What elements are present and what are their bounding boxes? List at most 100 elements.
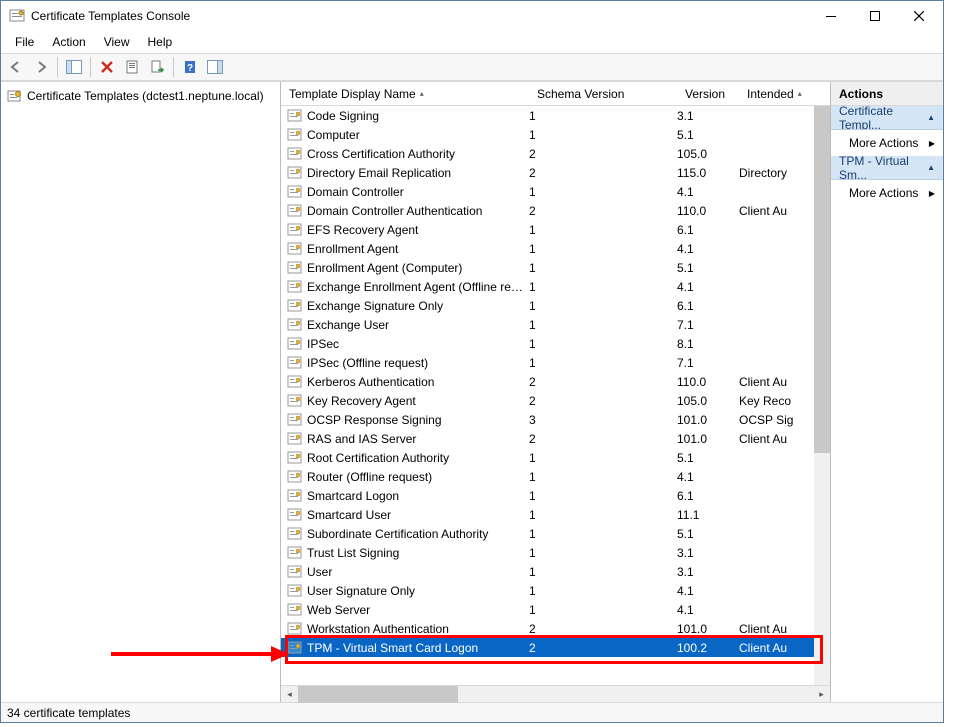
table-row[interactable]: Subordinate Certification Authority15.1 [281, 524, 830, 543]
column-headers: Template Display Name▴ Schema Version Ve… [281, 82, 830, 106]
table-row[interactable]: IPSec18.1 [281, 334, 830, 353]
table-row[interactable]: Enrollment Agent14.1 [281, 239, 830, 258]
table-row[interactable]: User13.1 [281, 562, 830, 581]
menu-action[interactable]: Action [44, 33, 93, 51]
cell-name: Web Server [307, 603, 529, 617]
col-intended[interactable]: Intended ▴ [739, 87, 814, 101]
table-row[interactable]: EFS Recovery Agent16.1 [281, 220, 830, 239]
menu-help[interactable]: Help [140, 33, 181, 51]
cell-schema: 1 [529, 451, 677, 465]
actions-section-label: Certificate Templ... [839, 106, 927, 130]
scroll-thumb[interactable] [298, 686, 458, 703]
cert-template-icon [287, 223, 303, 237]
actions-header: Actions [831, 82, 943, 106]
table-row[interactable]: Trust List Signing13.1 [281, 543, 830, 562]
col-schema-version[interactable]: Schema Version [529, 87, 677, 101]
vertical-scrollbar[interactable] [814, 106, 830, 685]
table-row[interactable]: Kerberos Authentication2110.0Client Au [281, 372, 830, 391]
more-actions-label: More Actions [849, 186, 918, 200]
table-row[interactable]: IPSec (Offline request)17.1 [281, 353, 830, 372]
cell-name: Cross Certification Authority [307, 147, 529, 161]
menu-view[interactable]: View [96, 33, 138, 51]
collapse-icon: ▲ [927, 163, 935, 172]
cell-version: 4.1 [677, 280, 739, 294]
properties-button[interactable] [121, 56, 143, 78]
cell-schema: 2 [529, 375, 677, 389]
table-row[interactable]: Smartcard Logon16.1 [281, 486, 830, 505]
table-row[interactable]: Key Recovery Agent2105.0Key Reco [281, 391, 830, 410]
table-row[interactable]: Root Certification Authority15.1 [281, 448, 830, 467]
close-button[interactable] [897, 2, 941, 30]
nav-forward-button[interactable] [30, 56, 52, 78]
template-list[interactable]: Code Signing13.1Computer15.1Cross Certif… [281, 106, 830, 685]
maximize-button[interactable] [853, 2, 897, 30]
cell-name: EFS Recovery Agent [307, 223, 529, 237]
scroll-thumb[interactable] [814, 106, 830, 453]
table-row[interactable]: User Signature Only14.1 [281, 581, 830, 600]
cert-template-icon [287, 508, 303, 522]
cert-template-icon [287, 128, 303, 142]
table-row[interactable]: Exchange Enrollment Agent (Offline requ.… [281, 277, 830, 296]
minimize-button[interactable] [809, 2, 853, 30]
horizontal-scrollbar[interactable]: ◂ ▸ [281, 685, 830, 702]
tree-pane[interactable]: Certificate Templates (dctest1.neptune.l… [1, 82, 281, 702]
cert-template-icon [287, 356, 303, 370]
cell-name: Root Certification Authority [307, 451, 529, 465]
table-row[interactable]: Code Signing13.1 [281, 106, 830, 125]
toolbar: ? [1, 53, 943, 81]
actions-section-templates[interactable]: Certificate Templ...▲ [831, 106, 943, 130]
cell-name: Exchange Enrollment Agent (Offline requ.… [307, 280, 529, 294]
cell-schema: 1 [529, 109, 677, 123]
cell-schema: 2 [529, 641, 677, 655]
cell-name: Smartcard User [307, 508, 529, 522]
cell-schema: 2 [529, 432, 677, 446]
table-row[interactable]: Directory Email Replication2115.0Directo… [281, 163, 830, 182]
table-row[interactable]: RAS and IAS Server2101.0Client Au [281, 429, 830, 448]
cert-template-icon [287, 546, 303, 560]
scroll-right-button[interactable]: ▸ [813, 686, 830, 703]
nav-back-button[interactable] [5, 56, 27, 78]
table-row[interactable]: TPM - Virtual Smart Card Logon2100.2Clie… [281, 638, 830, 657]
show-hide-tree-button[interactable] [63, 56, 85, 78]
cell-name: IPSec [307, 337, 529, 351]
menu-file[interactable]: File [7, 33, 42, 51]
actions-more-2[interactable]: More Actions▶ [831, 180, 943, 206]
cert-templates-icon [7, 88, 23, 104]
show-actions-button[interactable] [204, 56, 226, 78]
cell-schema: 1 [529, 508, 677, 522]
table-row[interactable]: Computer15.1 [281, 125, 830, 144]
tree-root[interactable]: Certificate Templates (dctest1.neptune.l… [7, 86, 274, 106]
actions-more-1[interactable]: More Actions▶ [831, 130, 943, 156]
table-row[interactable]: Smartcard User111.1 [281, 505, 830, 524]
cell-schema: 2 [529, 394, 677, 408]
table-row[interactable]: Domain Controller Authentication2110.0Cl… [281, 201, 830, 220]
table-row[interactable]: Enrollment Agent (Computer)15.1 [281, 258, 830, 277]
col-template-name[interactable]: Template Display Name▴ [281, 87, 529, 101]
cell-version: 101.0 [677, 432, 739, 446]
status-bar: 34 certificate templates [1, 702, 943, 722]
delete-button[interactable] [96, 56, 118, 78]
table-row[interactable]: Cross Certification Authority2105.0 [281, 144, 830, 163]
cell-name: Code Signing [307, 109, 529, 123]
table-row[interactable]: Domain Controller14.1 [281, 182, 830, 201]
table-row[interactable]: Router (Offline request)14.1 [281, 467, 830, 486]
cell-version: 5.1 [677, 128, 739, 142]
export-list-button[interactable] [146, 56, 168, 78]
scroll-track[interactable] [298, 686, 813, 703]
cell-version: 3.1 [677, 565, 739, 579]
cert-template-icon [287, 318, 303, 332]
toolbar-separator [57, 57, 58, 77]
cell-version: 3.1 [677, 546, 739, 560]
cell-name: Subordinate Certification Authority [307, 527, 529, 541]
table-row[interactable]: Web Server14.1 [281, 600, 830, 619]
col-version[interactable]: Version [677, 87, 739, 101]
help-button[interactable]: ? [179, 56, 201, 78]
table-row[interactable]: Exchange Signature Only16.1 [281, 296, 830, 315]
collapse-icon: ▲ [927, 113, 935, 122]
table-row[interactable]: Workstation Authentication2101.0Client A… [281, 619, 830, 638]
actions-section-selected[interactable]: TPM - Virtual Sm...▲ [831, 156, 943, 180]
cert-template-icon [287, 147, 303, 161]
table-row[interactable]: OCSP Response Signing3101.0OCSP Sig [281, 410, 830, 429]
table-row[interactable]: Exchange User17.1 [281, 315, 830, 334]
scroll-left-button[interactable]: ◂ [281, 686, 298, 703]
